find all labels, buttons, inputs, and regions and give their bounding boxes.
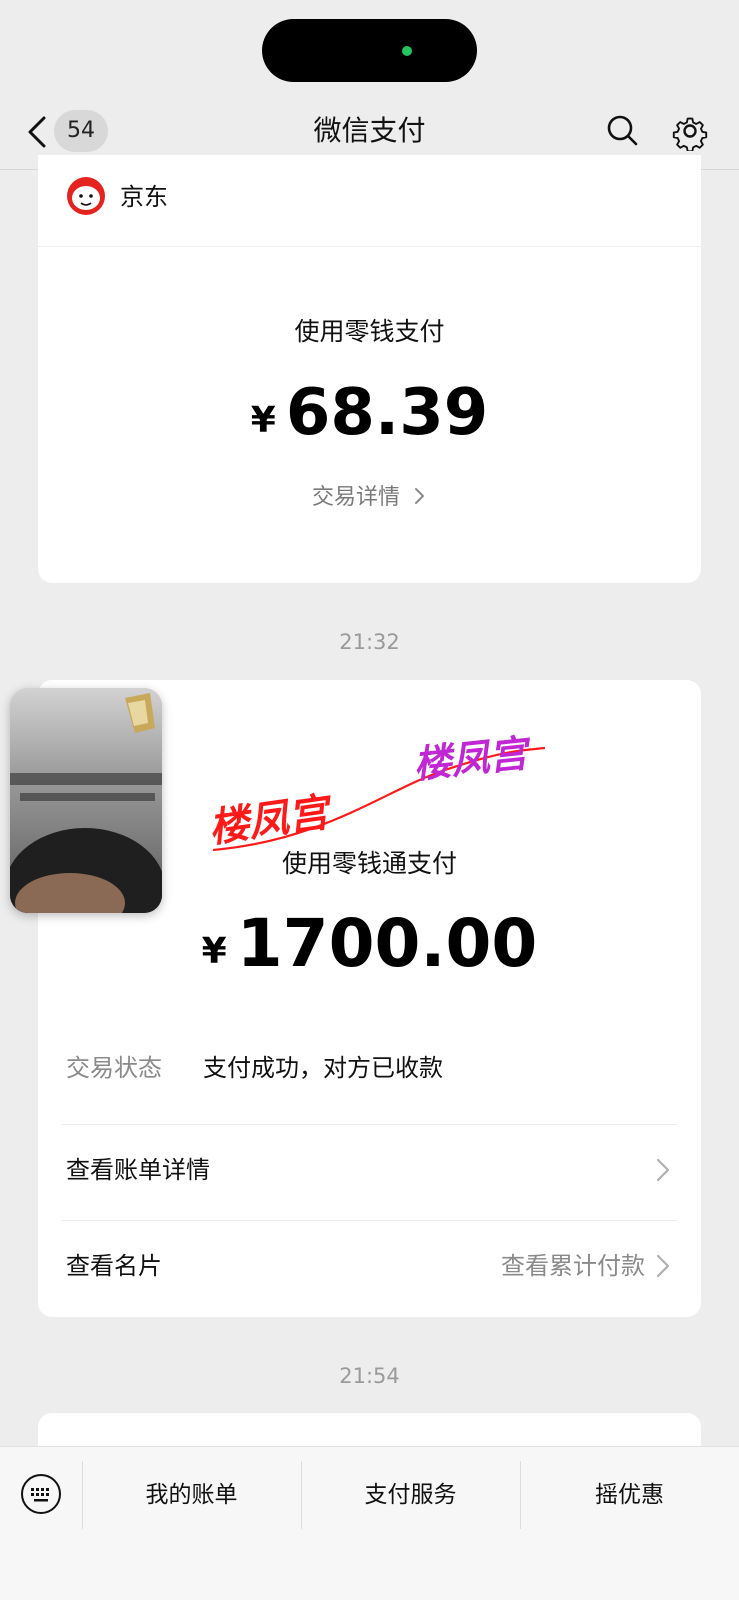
timestamp: 21:32	[339, 630, 400, 654]
amount-value: 68.39	[285, 376, 489, 450]
pay-method-text: 使用零钱支付	[294, 317, 445, 346]
chevron-right-icon	[656, 1158, 670, 1182]
search-icon[interactable]	[603, 111, 643, 151]
merchant-row[interactable]: 京东	[38, 170, 701, 247]
timestamp: 21:54	[339, 1364, 400, 1388]
tab-pay-service[interactable]: 支付服务	[301, 1461, 520, 1529]
currency-symbol: ¥	[201, 931, 227, 972]
transaction-detail-label: 交易详情	[311, 485, 400, 510]
business-card-label: 查看名片	[66, 1252, 162, 1280]
bottom-menu-bar: 我的账单 支付服务 摇优惠	[0, 1446, 739, 1600]
bill-detail-row[interactable]: 查看账单详情	[38, 1125, 701, 1220]
payment-amount: ¥68.39	[38, 373, 701, 453]
back-chevron-icon[interactable]	[24, 114, 52, 150]
floating-video-preview[interactable]	[10, 688, 162, 913]
chevron-right-icon	[656, 1254, 670, 1278]
unread-count-badge[interactable]: 54	[54, 110, 108, 152]
video-frame-image	[10, 688, 162, 913]
status-label: 交易状态	[66, 1054, 162, 1082]
cumulative-payment-link[interactable]: 查看累计付款	[501, 1249, 645, 1283]
chevron-right-icon	[415, 488, 424, 504]
merchant-name: 京东	[120, 183, 168, 211]
dynamic-island	[262, 19, 477, 82]
gear-icon[interactable]	[670, 111, 710, 151]
currency-symbol: ¥	[250, 400, 276, 441]
payment-card-jd: 京东 使用零钱支付 ¥68.39 交易详情	[38, 155, 701, 583]
camera-indicator-dot	[402, 46, 412, 56]
page-title: 微信支付	[313, 114, 426, 147]
transaction-detail-link[interactable]: 交易详情	[38, 482, 701, 514]
business-card-row[interactable]: 查看名片 查看累计付款	[38, 1221, 701, 1316]
payment-amount: ¥1700.00	[38, 903, 701, 985]
bill-detail-label: 查看账单详情	[66, 1156, 210, 1184]
jd-dog-logo-icon	[67, 177, 105, 215]
tab-my-bill[interactable]: 我的账单	[82, 1461, 301, 1529]
tab-shake-discount[interactable]: 摇优惠	[520, 1461, 739, 1529]
keyboard-icon[interactable]	[20, 1473, 62, 1515]
status-value: 支付成功，对方已收款	[203, 1054, 443, 1082]
amount-value: 1700.00	[236, 905, 538, 982]
